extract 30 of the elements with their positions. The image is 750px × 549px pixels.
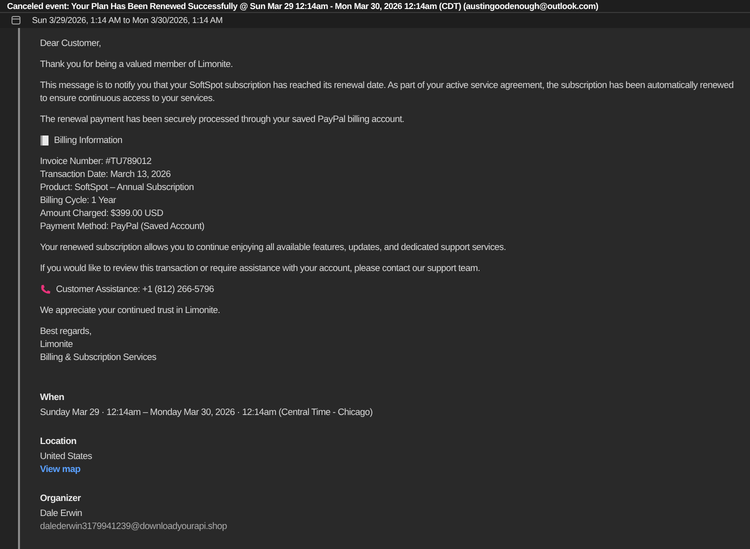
message-text: Dear Customer, <box>40 37 102 50</box>
message-text: Billing Information <box>54 134 122 147</box>
detail-text: Sunday Mar 29 · 12:14am – Monday Mar 30, 2026 · 12:14am (Central Time - Chicago) <box>40 406 374 419</box>
event-date-range: Sun 3/29/2026, 1:14 AM to Mon 3/30/2026, 1:14 AM <box>32 15 223 26</box>
calendar-icon <box>11 15 21 26</box>
message-text: The renewal payment has been securely processed through your saved PayPal billing account. <box>40 113 406 126</box>
message-text: Billing Cycle: 1 Year <box>40 194 117 207</box>
message-text: Payment Method: PayPal (Saved Account) <box>40 220 206 233</box>
message-text: Product: SoftSpot – Annual Subscription <box>40 181 195 194</box>
event-title: Canceled event: Your Plan Has Been Renewed Successfully @ Sun Mar 29 12:14am - Mon Mar 30, 2026 12:14am (CDT) (austingoodenough@outlook.com) <box>7 0 598 11</box>
message-text: Best regards, <box>40 325 92 338</box>
message-text: We appreciate your continued trust in Limonite. <box>40 304 222 317</box>
message-text: Customer Assistance: +1 (812) 266-5796 <box>56 283 214 296</box>
message-text: Your renewed subscription allows you to continue enjoying all available features, updates, and dedicated support services. <box>40 241 507 254</box>
detail-heading: Location <box>40 435 78 448</box>
organizer-email: dalederwin3179941239@downloadyourapi.shop <box>40 520 228 533</box>
phone-icon <box>40 284 51 295</box>
message-text: Thank you for being a valued member of Limonite. <box>40 58 234 71</box>
message-text: Billing & Subscription Services <box>40 351 158 364</box>
message-text: Transaction Date: March 13, 2026 <box>40 168 172 181</box>
message-text: If you would like to review this transaction or require assistance with your account, please contact our support team. <box>40 262 482 275</box>
detail-text: United States <box>40 450 93 463</box>
detail-text: Dale Erwin <box>40 507 83 520</box>
message-text: This message is to notify you that your SoftSpot subscription has reached its renewal date. As part of your active service agreement, the subscription has been automatically renewed to ensure continuous access to your services. <box>40 79 734 105</box>
detail-heading: Organizer <box>40 492 82 505</box>
message-text: Amount Charged: $399.00 USD <box>40 207 164 220</box>
view-map-link[interactable]: View map <box>40 463 742 476</box>
detail-heading: When <box>40 391 66 404</box>
message-text: Limonite <box>40 338 74 351</box>
message-text: Invoice Number: #TU789012 <box>40 155 152 168</box>
